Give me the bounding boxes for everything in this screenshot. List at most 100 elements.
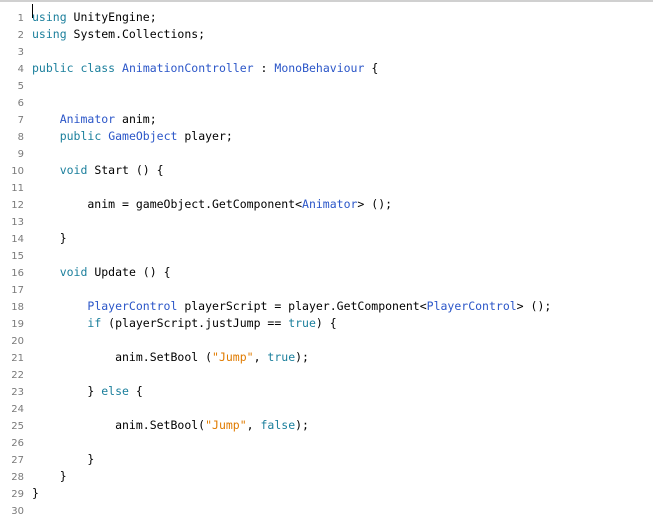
line-number: 19 [11, 319, 24, 330]
code-line[interactable]: 16 void Update () { [0, 264, 170, 281]
code-line[interactable]: 25 anim.SetBool("Jump", false); [0, 417, 309, 434]
line-number: 9 [17, 149, 24, 160]
code-token: else [101, 384, 129, 398]
line-number: 24 [11, 404, 24, 415]
code-line[interactable]: 11 [0, 179, 24, 196]
code-token: ) { [315, 316, 337, 330]
code-token: } [32, 452, 95, 466]
code-token: true [288, 316, 316, 330]
line-number: 12 [11, 200, 24, 211]
code-token: Update () { [87, 265, 171, 279]
line-number: 17 [11, 285, 24, 296]
line-number: 29 [11, 489, 24, 500]
code-token: "Jump" [205, 418, 247, 432]
code-line[interactable]: 13 [0, 213, 24, 230]
code-line[interactable]: 7 Animator anim; [0, 111, 157, 128]
line-number: 13 [11, 217, 24, 228]
code-token: { [364, 61, 379, 75]
line-number: 27 [11, 455, 24, 466]
code-token: using [32, 27, 67, 41]
code-token: { [128, 384, 143, 398]
line-number: 14 [11, 234, 24, 245]
code-line[interactable]: 18 PlayerControl playerScript = player.G… [0, 298, 551, 315]
code-line[interactable]: 1 using UnityEngine; [0, 9, 157, 26]
code-token: anim = gameObject.GetComponent< [32, 197, 303, 211]
code-line[interactable]: 30 [0, 502, 24, 519]
line-number: 10 [11, 166, 24, 177]
line-number: 3 [17, 47, 24, 58]
code-text: public GameObject player; [32, 128, 233, 145]
code-line[interactable]: 10 void Start () { [0, 162, 163, 179]
code-line[interactable]: 14 } [0, 230, 66, 247]
code-line[interactable]: 3 [0, 43, 24, 60]
code-line[interactable]: 26 [0, 434, 24, 451]
code-token: (playerScript.justJump == [101, 316, 289, 330]
code-token: public [59, 129, 102, 143]
code-token: if [87, 316, 102, 330]
code-text: using UnityEngine; [32, 9, 157, 26]
code-text: PlayerControl playerScript = player.GetC… [32, 298, 551, 315]
line-number: 25 [11, 421, 24, 432]
code-line[interactable]: 17 [0, 281, 24, 298]
line-number: 15 [11, 251, 24, 262]
line-number: 6 [17, 98, 24, 109]
line-number: 30 [11, 506, 24, 517]
line-number: 21 [11, 353, 24, 364]
code-token: player; [177, 129, 233, 143]
code-line[interactable]: 12 anim = gameObject.GetComponent<Animat… [0, 196, 392, 213]
code-text: anim.SetBool ("Jump", true); [32, 349, 309, 366]
code-text: using System.Collections; [32, 26, 205, 43]
code-line[interactable]: 24 [0, 400, 24, 417]
code-line[interactable]: 5 [0, 77, 24, 94]
code-line[interactable]: 27 } [0, 451, 94, 468]
code-token: Start () { [87, 163, 164, 177]
code-text: } [32, 230, 67, 247]
code-line[interactable]: 6 [0, 94, 24, 111]
code-text: Animator anim; [32, 111, 157, 128]
code-line[interactable]: 15 [0, 247, 24, 264]
code-token: System.Collections; [66, 27, 206, 41]
code-token: PlayerControl [87, 299, 178, 313]
code-token: } [32, 231, 67, 245]
code-line[interactable]: 21 anim.SetBool ("Jump", true); [0, 349, 309, 366]
code-line[interactable]: 2 using System.Collections; [0, 26, 205, 43]
code-text: public class AnimationController : MonoB… [32, 60, 378, 77]
code-token: } [32, 469, 67, 483]
code-line[interactable]: 28 } [0, 468, 66, 485]
code-editor[interactable]: 1 using UnityEngine; 2 using System.Collect… [0, 0, 653, 531]
line-number: 26 [11, 438, 24, 449]
code-token: using [32, 10, 67, 24]
code-token: GameObject [108, 129, 178, 143]
code-line[interactable]: 9 [0, 145, 24, 162]
code-token: anim.SetBool( [32, 418, 206, 432]
code-token: true [267, 350, 296, 364]
line-number: 7 [17, 115, 24, 126]
code-text: void Start () { [32, 162, 164, 179]
code-line[interactable]: 8 public GameObject player; [0, 128, 233, 145]
code-line[interactable]: 22 [0, 366, 24, 383]
line-number: 22 [11, 370, 24, 381]
line-number: 18 [11, 302, 24, 313]
code-token: class [80, 61, 116, 75]
code-text: anim.SetBool("Jump", false); [32, 417, 309, 434]
code-text: } [32, 468, 67, 485]
code-token: public [32, 61, 74, 75]
line-number: 23 [11, 387, 24, 398]
code-token: MonoBehaviour [274, 61, 365, 75]
code-token: ); [295, 418, 309, 432]
code-token: playerScript = player.GetComponent< [177, 299, 427, 313]
code-line[interactable]: 4 public class AnimationController : Mono… [0, 60, 379, 77]
code-text: } [32, 485, 39, 502]
code-line[interactable]: 19 if (playerScript.justJump == true) { [0, 315, 336, 332]
code-line[interactable]: 23 } else { [0, 383, 143, 400]
code-line[interactable]: 20 [0, 332, 24, 349]
code-token: Animator [302, 197, 358, 211]
code-token: > (); [516, 299, 552, 313]
line-number: 28 [11, 472, 24, 483]
code-token: void [59, 163, 88, 177]
code-line[interactable]: 29} [0, 485, 39, 502]
code-token: AnimationController [122, 61, 254, 75]
